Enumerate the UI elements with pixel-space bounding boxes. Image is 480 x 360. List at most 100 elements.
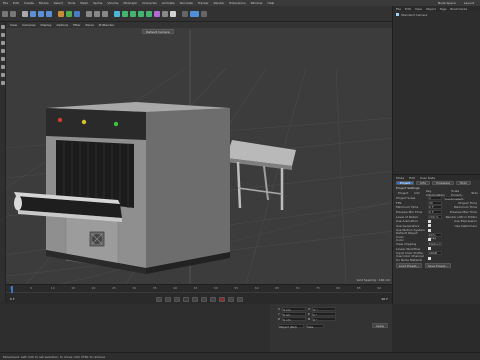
current-frame-field[interactable]: 0 F <box>10 297 15 301</box>
object-name[interactable]: Standard Camera <box>401 13 427 17</box>
attributes-menu-item[interactable]: Mode <box>396 176 404 180</box>
record-icon[interactable] <box>218 297 225 302</box>
snap-icon[interactable] <box>182 10 188 17</box>
viewport-menu-item[interactable]: Cameras <box>22 23 35 27</box>
play-icon[interactable] <box>182 297 189 302</box>
array-icon[interactable] <box>138 10 144 17</box>
light-icon[interactable] <box>170 10 176 17</box>
menu-item-create[interactable]: Create <box>24 1 34 5</box>
menu-item-simulate[interactable]: Simulate <box>180 1 193 5</box>
menu-item-volume[interactable]: Volume <box>107 1 118 5</box>
goto-start-icon[interactable] <box>155 297 162 302</box>
attribute-value[interactable]: 0 F <box>428 210 442 215</box>
locked-workplane-icon[interactable] <box>201 10 207 17</box>
menu-item-file[interactable]: File <box>3 1 8 5</box>
object-menu-item[interactable]: Bookmarks <box>450 7 467 11</box>
coord-y-field[interactable]: 0 cm <box>281 311 306 317</box>
deformer-icon[interactable] <box>146 10 152 17</box>
menu-item-mograph[interactable]: MoGraph <box>124 1 138 5</box>
attributes-subtab[interactable]: Scale Project... <box>449 189 467 197</box>
solo-icon[interactable] <box>0 81 5 85</box>
attribute-unit[interactable]: Centimeters <box>444 196 463 201</box>
menu-right-item[interactable]: Node Space <box>438 1 456 5</box>
rot-p-field[interactable]: 0 ° <box>311 311 336 317</box>
attributes-tab[interactable]: Cineware <box>431 180 454 185</box>
viewport-menu-item[interactable]: Filter <box>73 23 80 27</box>
menu-right-item[interactable]: Layout <box>464 1 474 5</box>
attribute-value[interactable]: Medium <box>428 242 442 247</box>
rotate-icon[interactable] <box>46 10 52 17</box>
end-frame-field[interactable]: 90 F <box>382 297 389 301</box>
render-view-icon[interactable] <box>86 10 92 17</box>
rot-h-field[interactable]: 0 ° <box>312 306 337 312</box>
move-icon[interactable] <box>30 10 36 17</box>
workplane-icon[interactable] <box>190 10 199 17</box>
keyframe-icon[interactable] <box>236 297 243 302</box>
object-menu-item[interactable]: Object <box>426 7 436 11</box>
coord-x-field[interactable]: 0 cm <box>282 306 307 312</box>
viewport-menu-item[interactable]: ProRender <box>99 23 114 27</box>
undo-icon[interactable] <box>2 10 8 17</box>
timeline[interactable]: 051015202530354045505560657075808590 0 F… <box>6 284 392 304</box>
load-preset-button[interactable]: Load Preset... <box>396 263 422 269</box>
z-axis-icon[interactable] <box>74 10 80 17</box>
uv-mode-icon[interactable] <box>0 57 5 61</box>
x-axis-icon[interactable] <box>58 10 64 17</box>
attribute-value[interactable]: 0 F <box>428 205 442 210</box>
viewport-menu-item[interactable]: View <box>10 23 17 27</box>
menu-item-tracker[interactable]: Tracker <box>198 1 209 5</box>
viewport[interactable]: View Cameras Display Options Filter Panel ProR… <box>6 22 392 284</box>
menu-item-render[interactable]: Render <box>214 1 225 5</box>
attribute-checkbox[interactable] <box>428 238 431 242</box>
save-preset-button[interactable]: Save Preset... <box>425 263 451 269</box>
attributes-tab[interactable]: Project <box>396 180 415 185</box>
attribute-checkbox[interactable] <box>428 219 431 223</box>
axis-mode-icon[interactable] <box>0 65 5 69</box>
scale-icon[interactable] <box>38 10 44 17</box>
attribute-value[interactable]: 1 <box>428 196 442 201</box>
attribute-checkbox[interactable] <box>428 256 431 260</box>
points-mode-icon[interactable] <box>0 33 5 37</box>
attributes-menu-item[interactable]: User Data <box>420 176 435 180</box>
attributes-tab[interactable]: Todo <box>455 180 471 185</box>
polygons-mode-icon[interactable] <box>0 49 5 53</box>
menu-item-help[interactable]: Help <box>267 1 274 5</box>
size-mode-select[interactable]: Size <box>306 323 324 329</box>
autokey-icon[interactable] <box>227 297 234 302</box>
attributes-subtab[interactable]: Project <box>396 191 410 195</box>
menu-item-select[interactable]: Select <box>54 1 63 5</box>
cube-icon[interactable] <box>114 10 120 17</box>
scene-icon[interactable] <box>154 10 160 17</box>
object-menu-item[interactable]: View <box>415 7 422 11</box>
attribute-value[interactable]: 60% Gray <box>428 233 442 240</box>
playhead[interactable] <box>11 286 13 293</box>
object-menu-item[interactable]: File <box>396 7 401 11</box>
object-menu-item[interactable]: Tags <box>440 7 447 11</box>
coord-mode-select[interactable]: Object (Rel) <box>278 323 304 329</box>
attribute-value[interactable]: 100 % <box>428 214 442 219</box>
timeline-ruler[interactable]: 051015202530354045505560657075808590 <box>6 285 392 293</box>
render-settings-icon[interactable] <box>102 10 108 17</box>
apply-button[interactable]: Apply <box>372 323 388 328</box>
next-frame-icon[interactable] <box>191 297 198 302</box>
attributes-subtab[interactable]: Key Interpolation <box>424 189 447 197</box>
tweak-mode-icon[interactable] <box>0 73 5 77</box>
render-picture-icon[interactable] <box>94 10 100 17</box>
menu-item-window[interactable]: Window <box>251 1 263 5</box>
menu-item-mesh[interactable]: Mesh <box>80 1 88 5</box>
attribute-checkbox[interactable] <box>428 247 431 251</box>
attributes-tab[interactable]: Info <box>416 180 430 185</box>
spline-icon[interactable] <box>122 10 128 17</box>
attribute-value[interactable]: sRGB <box>428 251 442 256</box>
attributes-subtab[interactable]: Info <box>412 191 422 195</box>
attribute-value[interactable]: 30 <box>428 200 442 205</box>
menu-item-animate[interactable]: Animate <box>162 1 175 5</box>
viewport-menu-item[interactable]: Panel <box>86 23 94 27</box>
menu-item-edit[interactable]: Edit <box>13 1 19 5</box>
prev-key-icon[interactable] <box>164 297 171 302</box>
coord-z-field[interactable]: 0 cm <box>282 316 307 322</box>
material-manager[interactable] <box>0 304 270 352</box>
redo-icon[interactable] <box>10 10 16 17</box>
rot-b-field[interactable]: 0 ° <box>312 316 337 322</box>
viewport-menu-item[interactable]: Display <box>40 23 51 27</box>
